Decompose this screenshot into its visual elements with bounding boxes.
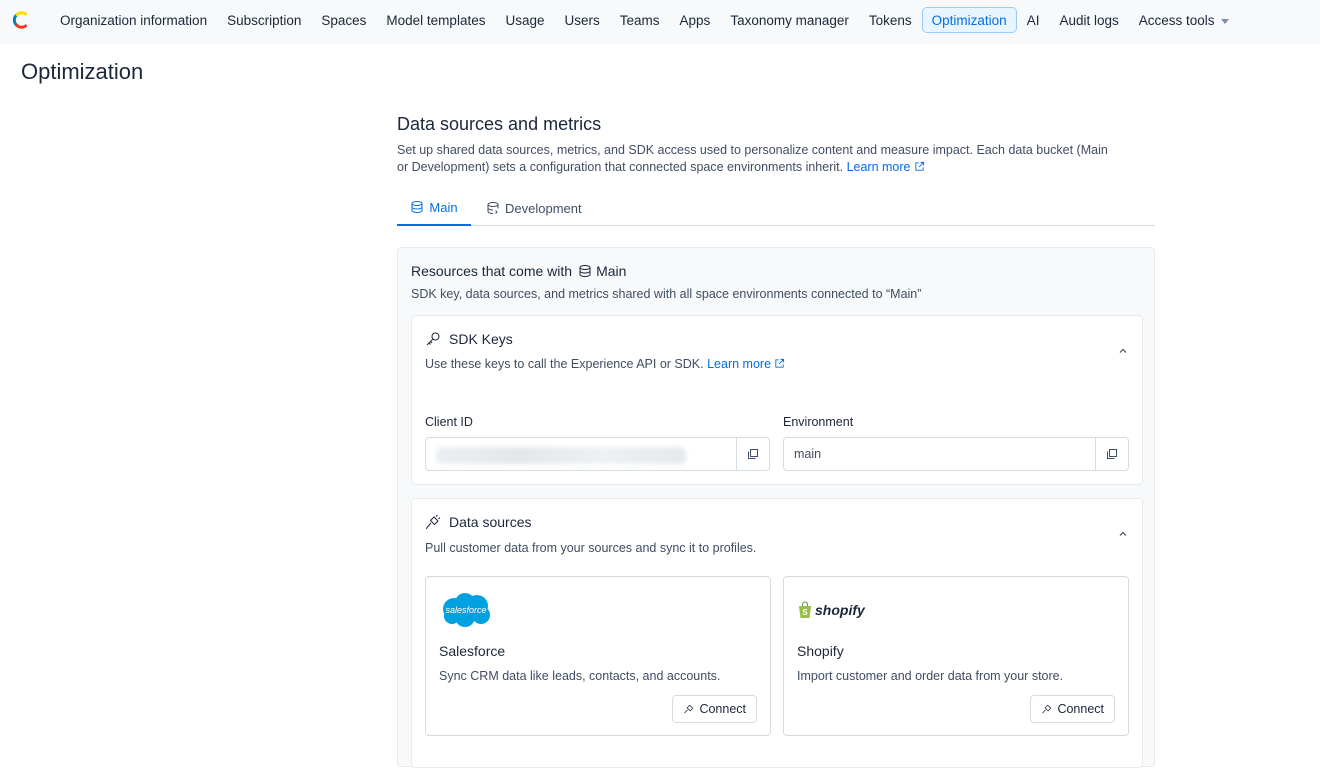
sdk-keys-card: SDK Keys Use these keys to call the Expe…	[411, 315, 1143, 485]
shopify-source-card: S shopify Shopify Import customer and or…	[783, 576, 1129, 736]
svg-text:S: S	[802, 608, 808, 617]
shopify-logo: S shopify	[797, 601, 865, 619]
access-tools-label: Access tools	[1138, 13, 1215, 28]
client-id-field[interactable]	[425, 437, 770, 471]
caret-down-icon	[1220, 18, 1229, 24]
sdk-learn-more-label: Learn more	[707, 357, 772, 371]
nav-items: Organization information Subscription Sp…	[50, 7, 1239, 33]
database-dev-icon	[487, 202, 499, 214]
salesforce-logo: salesforce	[443, 593, 490, 627]
data-sources-description: Pull customer data from your sources and…	[425, 541, 757, 555]
resources-panel: Resources that come with Main SDK key, d…	[397, 247, 1155, 768]
nav-item-audit-logs[interactable]: Audit logs	[1049, 7, 1128, 33]
nav-item-apps[interactable]: Apps	[670, 7, 721, 33]
copy-environment-button[interactable]	[1095, 438, 1128, 470]
copy-icon	[1107, 449, 1117, 459]
sdk-keys-description: Use these keys to call the Experience AP…	[425, 357, 785, 371]
bucket-tabs: Main Development	[397, 190, 1155, 226]
shopify-name: Shopify	[797, 643, 844, 659]
salesforce-description: Sync CRM data like leads, contacts, and …	[439, 669, 721, 683]
tab-main[interactable]: Main	[397, 190, 471, 226]
external-link-icon	[775, 358, 785, 368]
learn-more-label: Learn more	[846, 160, 911, 174]
nav-item-model-templates[interactable]: Model templates	[376, 7, 495, 33]
key-icon	[426, 332, 440, 346]
sdk-learn-more-link[interactable]: Learn more	[707, 357, 785, 371]
external-link-icon	[914, 161, 924, 171]
copy-icon	[748, 449, 758, 459]
shopify-description: Import customer and order data from your…	[797, 669, 1064, 683]
salesforce-source-card: salesforce Salesforce Sync CRM data like…	[425, 576, 771, 736]
copy-client-id-button[interactable]	[736, 438, 769, 470]
nav-item-subscription[interactable]: Subscription	[217, 7, 311, 33]
shopify-connect-label: Connect	[1057, 702, 1104, 716]
plug-icon	[684, 704, 694, 714]
client-id-label: Client ID	[425, 415, 473, 429]
chevron-up-icon[interactable]	[1118, 346, 1128, 356]
salesforce-logo-text: salesforce	[445, 605, 486, 615]
section-description-text: Set up shared data sources, metrics, and…	[397, 143, 1108, 174]
tab-main-label: Main	[429, 199, 458, 215]
panel-title: Resources that come with Main	[411, 263, 626, 279]
page-title: Optimization	[21, 59, 144, 84]
data-sources-title: Data sources	[425, 514, 531, 530]
environment-label: Environment	[783, 415, 854, 429]
tab-development[interactable]: Development	[486, 190, 582, 226]
environment-value: main	[794, 447, 822, 461]
nav-item-tokens[interactable]: Tokens	[859, 7, 922, 33]
contentful-logo[interactable]	[10, 10, 30, 30]
sdk-keys-description-text: Use these keys to call the Experience AP…	[425, 357, 704, 371]
salesforce-connect-button[interactable]: Connect	[672, 695, 757, 723]
data-sources-card: Data sources Pull customer data from you…	[411, 498, 1143, 768]
section-title: Data sources and metrics	[397, 114, 602, 134]
client-id-redacted	[436, 447, 686, 464]
tab-development-label: Development	[505, 200, 582, 216]
sdk-keys-title: SDK Keys	[425, 331, 513, 347]
database-icon	[411, 201, 423, 214]
nav-item-spaces[interactable]: Spaces	[311, 7, 376, 33]
section-description: Set up shared data sources, metrics, and…	[397, 142, 1117, 176]
data-sources-title-label: Data sources	[449, 514, 532, 530]
nav-item-optimization[interactable]: Optimization	[921, 7, 1017, 33]
database-icon	[579, 265, 591, 278]
salesforce-name: Salesforce	[439, 643, 506, 659]
nav-item-teams[interactable]: Teams	[610, 7, 670, 33]
panel-title-prefix: Resources that come with	[411, 263, 573, 279]
shopify-bag-icon: S	[799, 601, 811, 618]
panel-description: SDK key, data sources, and metrics share…	[411, 287, 922, 301]
plug-icon	[1042, 704, 1052, 714]
chevron-up-icon[interactable]	[1118, 529, 1128, 539]
nav-item-users[interactable]: Users	[555, 7, 610, 33]
plug-icon	[426, 514, 441, 530]
nav-item-ai[interactable]: AI	[1017, 7, 1050, 33]
shopify-connect-button[interactable]: Connect	[1030, 695, 1115, 723]
shopify-logo-text: shopify	[815, 602, 865, 618]
environment-field[interactable]: main	[783, 437, 1129, 471]
sdk-keys-title-label: SDK Keys	[449, 331, 513, 347]
nav-item-usage[interactable]: Usage	[495, 7, 554, 33]
nav-item-access-tools[interactable]: Access tools	[1129, 7, 1239, 33]
nav-item-taxonomy-manager[interactable]: Taxonomy manager	[720, 7, 859, 33]
salesforce-connect-label: Connect	[699, 702, 746, 716]
top-navigation: Organization information Subscription Sp…	[0, 0, 1320, 44]
panel-title-bucket: Main	[596, 263, 627, 279]
nav-item-organization-information[interactable]: Organization information	[50, 7, 217, 33]
learn-more-link[interactable]: Learn more	[847, 160, 925, 174]
